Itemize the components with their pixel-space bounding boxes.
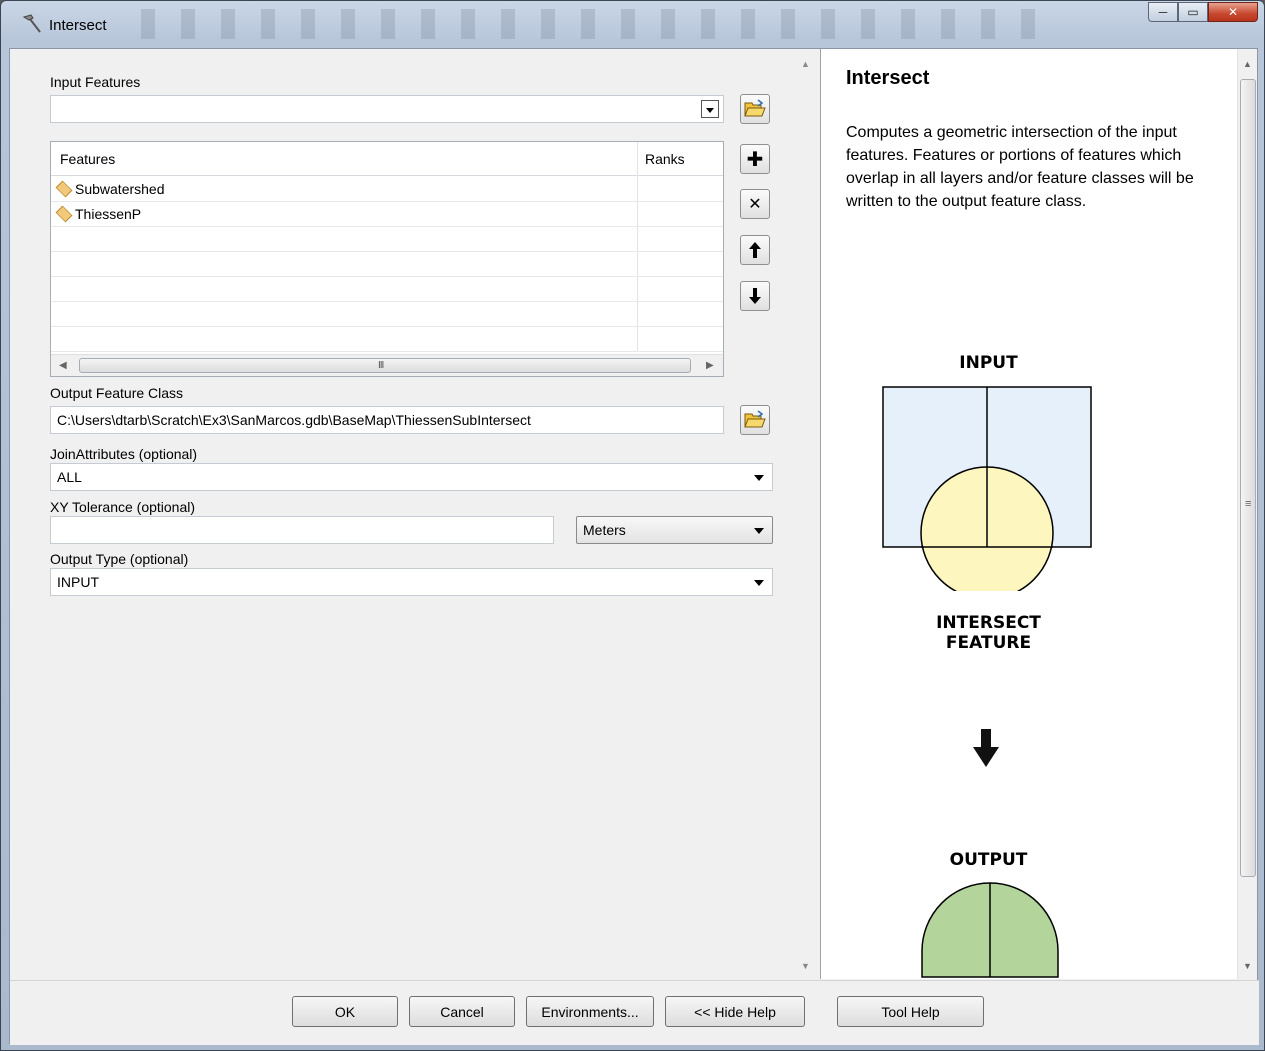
intersect-dialog-window: Intersect ─ ▭ ✕ Input Features Features … xyxy=(0,0,1265,1051)
open-folder-icon xyxy=(744,410,766,428)
scroll-right-arrow-icon[interactable]: ▶ xyxy=(706,360,714,371)
scroll-up-arrow-icon[interactable]: ▲ xyxy=(1243,59,1252,69)
output-feature-class-label: Output Feature Class xyxy=(50,385,184,401)
feature-cell: ThiessenP xyxy=(55,205,142,223)
parameters-pane: Input Features Features Ranks Subwatersh… xyxy=(10,49,818,979)
title-bar[interactable]: Intersect ─ ▭ ✕ xyxy=(1,1,1264,49)
output-feature-class-input[interactable]: C:\Users\dtarb\Scratch\Ex3\SanMarcos.gdb… xyxy=(50,406,724,434)
ok-button[interactable]: OK xyxy=(292,996,398,1027)
xy-units-select[interactable]: Meters xyxy=(576,516,773,544)
table-horizontal-scrollbar[interactable]: ◀ III ▶ xyxy=(51,354,723,376)
xy-tolerance-label: XY Tolerance (optional) xyxy=(50,499,196,515)
dropdown-arrow-icon[interactable] xyxy=(701,100,719,118)
arrow-down-icon xyxy=(749,288,761,304)
move-up-button[interactable] xyxy=(740,235,770,265)
help-vertical-scrollbar[interactable]: ▲ ≡ ▼ xyxy=(1237,49,1257,979)
help-description: Computes a geometric intersection of the… xyxy=(846,124,1194,210)
dialog-button-bar: OK Cancel Environments... << Hide Help T… xyxy=(10,980,1259,1045)
input-features-combobox[interactable] xyxy=(50,95,724,123)
table-row-empty[interactable] xyxy=(51,277,723,302)
table-row[interactable]: Subwatershed xyxy=(51,177,723,202)
open-folder-icon xyxy=(744,99,766,117)
intersect-input-diagram xyxy=(882,386,1092,591)
dropdown-arrow-icon xyxy=(754,475,764,481)
input-features-label: Input Features xyxy=(50,74,141,90)
scroll-down-arrow-icon[interactable]: ▼ xyxy=(1243,961,1252,971)
diagram-input-label: INPUT xyxy=(959,353,1018,373)
output-type-label: Output Type (optional) xyxy=(50,551,189,567)
column-header-features[interactable]: Features xyxy=(60,151,115,167)
help-title: Intersect xyxy=(846,67,930,89)
table-row-empty[interactable] xyxy=(51,252,723,277)
column-header-ranks[interactable]: Ranks xyxy=(645,151,685,167)
minimize-button[interactable]: ─ xyxy=(1148,2,1178,22)
diagram-intersect-feature-label: INTERSECT FEATURE xyxy=(916,613,1061,653)
hammer-tool-icon xyxy=(22,14,41,33)
add-row-button[interactable]: ✚ xyxy=(740,144,770,174)
feature-name: ThiessenP xyxy=(75,206,142,222)
scroll-thumb[interactable]: III xyxy=(79,358,691,373)
join-attributes-select[interactable]: ALL xyxy=(50,463,773,491)
join-attributes-label: JoinAttributes (optional) xyxy=(50,446,198,462)
dropdown-arrow-icon xyxy=(754,528,764,534)
remove-row-button[interactable]: ✕ xyxy=(740,189,770,219)
help-pane: Intersect Computes a geometric intersect… xyxy=(820,49,1257,979)
polygon-layer-icon xyxy=(55,180,73,198)
table-row[interactable]: ThiessenP xyxy=(51,202,723,227)
feature-name: Subwatershed xyxy=(75,181,165,197)
arrow-down-icon xyxy=(973,729,999,767)
window-controls: ─ ▭ ✕ xyxy=(1148,2,1258,22)
environments-button[interactable]: Environments... xyxy=(526,996,654,1027)
table-row-empty[interactable] xyxy=(51,302,723,327)
diagram-intersect-label-line2: FEATURE xyxy=(945,633,1032,653)
intersect-output-diagram xyxy=(921,882,1059,978)
join-attributes-value: ALL xyxy=(57,469,82,485)
plus-icon: ✚ xyxy=(746,148,764,171)
table-row-empty[interactable] xyxy=(51,327,723,352)
arrow-up-icon xyxy=(749,242,761,258)
close-button[interactable]: ✕ xyxy=(1208,2,1258,22)
table-header: Features Ranks xyxy=(51,142,723,176)
diagram-output-label: OUTPUT xyxy=(949,850,1028,870)
dialog-client-area: Input Features Features Ranks Subwatersh… xyxy=(9,48,1259,1045)
help-scroll-thumb[interactable]: ≡ xyxy=(1240,79,1256,877)
scroll-down-arrow-icon[interactable]: ▼ xyxy=(801,961,810,971)
feature-cell: Subwatershed xyxy=(55,180,165,198)
diagram-intersect-label-line1: INTERSECT xyxy=(936,613,1041,633)
parameters-vertical-scrollbar[interactable]: ▲ ▼ xyxy=(796,49,816,979)
remove-x-icon: ✕ xyxy=(748,196,762,213)
background-toolbar-ghost xyxy=(141,9,1041,39)
table-row-empty[interactable] xyxy=(51,227,723,252)
output-type-select[interactable]: INPUT xyxy=(50,568,773,596)
move-down-button[interactable] xyxy=(740,281,770,311)
tool-help-button[interactable]: Tool Help xyxy=(837,996,984,1027)
xy-units-value: Meters xyxy=(583,522,626,538)
scroll-up-arrow-icon[interactable]: ▲ xyxy=(801,59,810,69)
window-title: Intersect xyxy=(49,17,107,34)
output-type-value: INPUT xyxy=(57,574,99,590)
scroll-grip-icon: ≡ xyxy=(1245,498,1252,510)
dropdown-arrow-icon xyxy=(754,580,764,586)
features-table: Features Ranks Subwatershed ThiessenP ◀ … xyxy=(50,141,724,377)
scroll-grip: III xyxy=(378,360,384,371)
scroll-left-arrow-icon[interactable]: ◀ xyxy=(59,360,67,371)
browse-input-button[interactable] xyxy=(740,94,770,124)
maximize-button[interactable]: ▭ xyxy=(1178,2,1208,22)
polygon-layer-icon xyxy=(55,205,73,223)
hide-help-button[interactable]: << Hide Help xyxy=(665,996,805,1027)
cancel-button[interactable]: Cancel xyxy=(409,996,515,1027)
xy-tolerance-input[interactable] xyxy=(50,516,554,544)
output-feature-class-value: C:\Users\dtarb\Scratch\Ex3\SanMarcos.gdb… xyxy=(57,412,531,428)
browse-output-button[interactable] xyxy=(740,405,770,435)
